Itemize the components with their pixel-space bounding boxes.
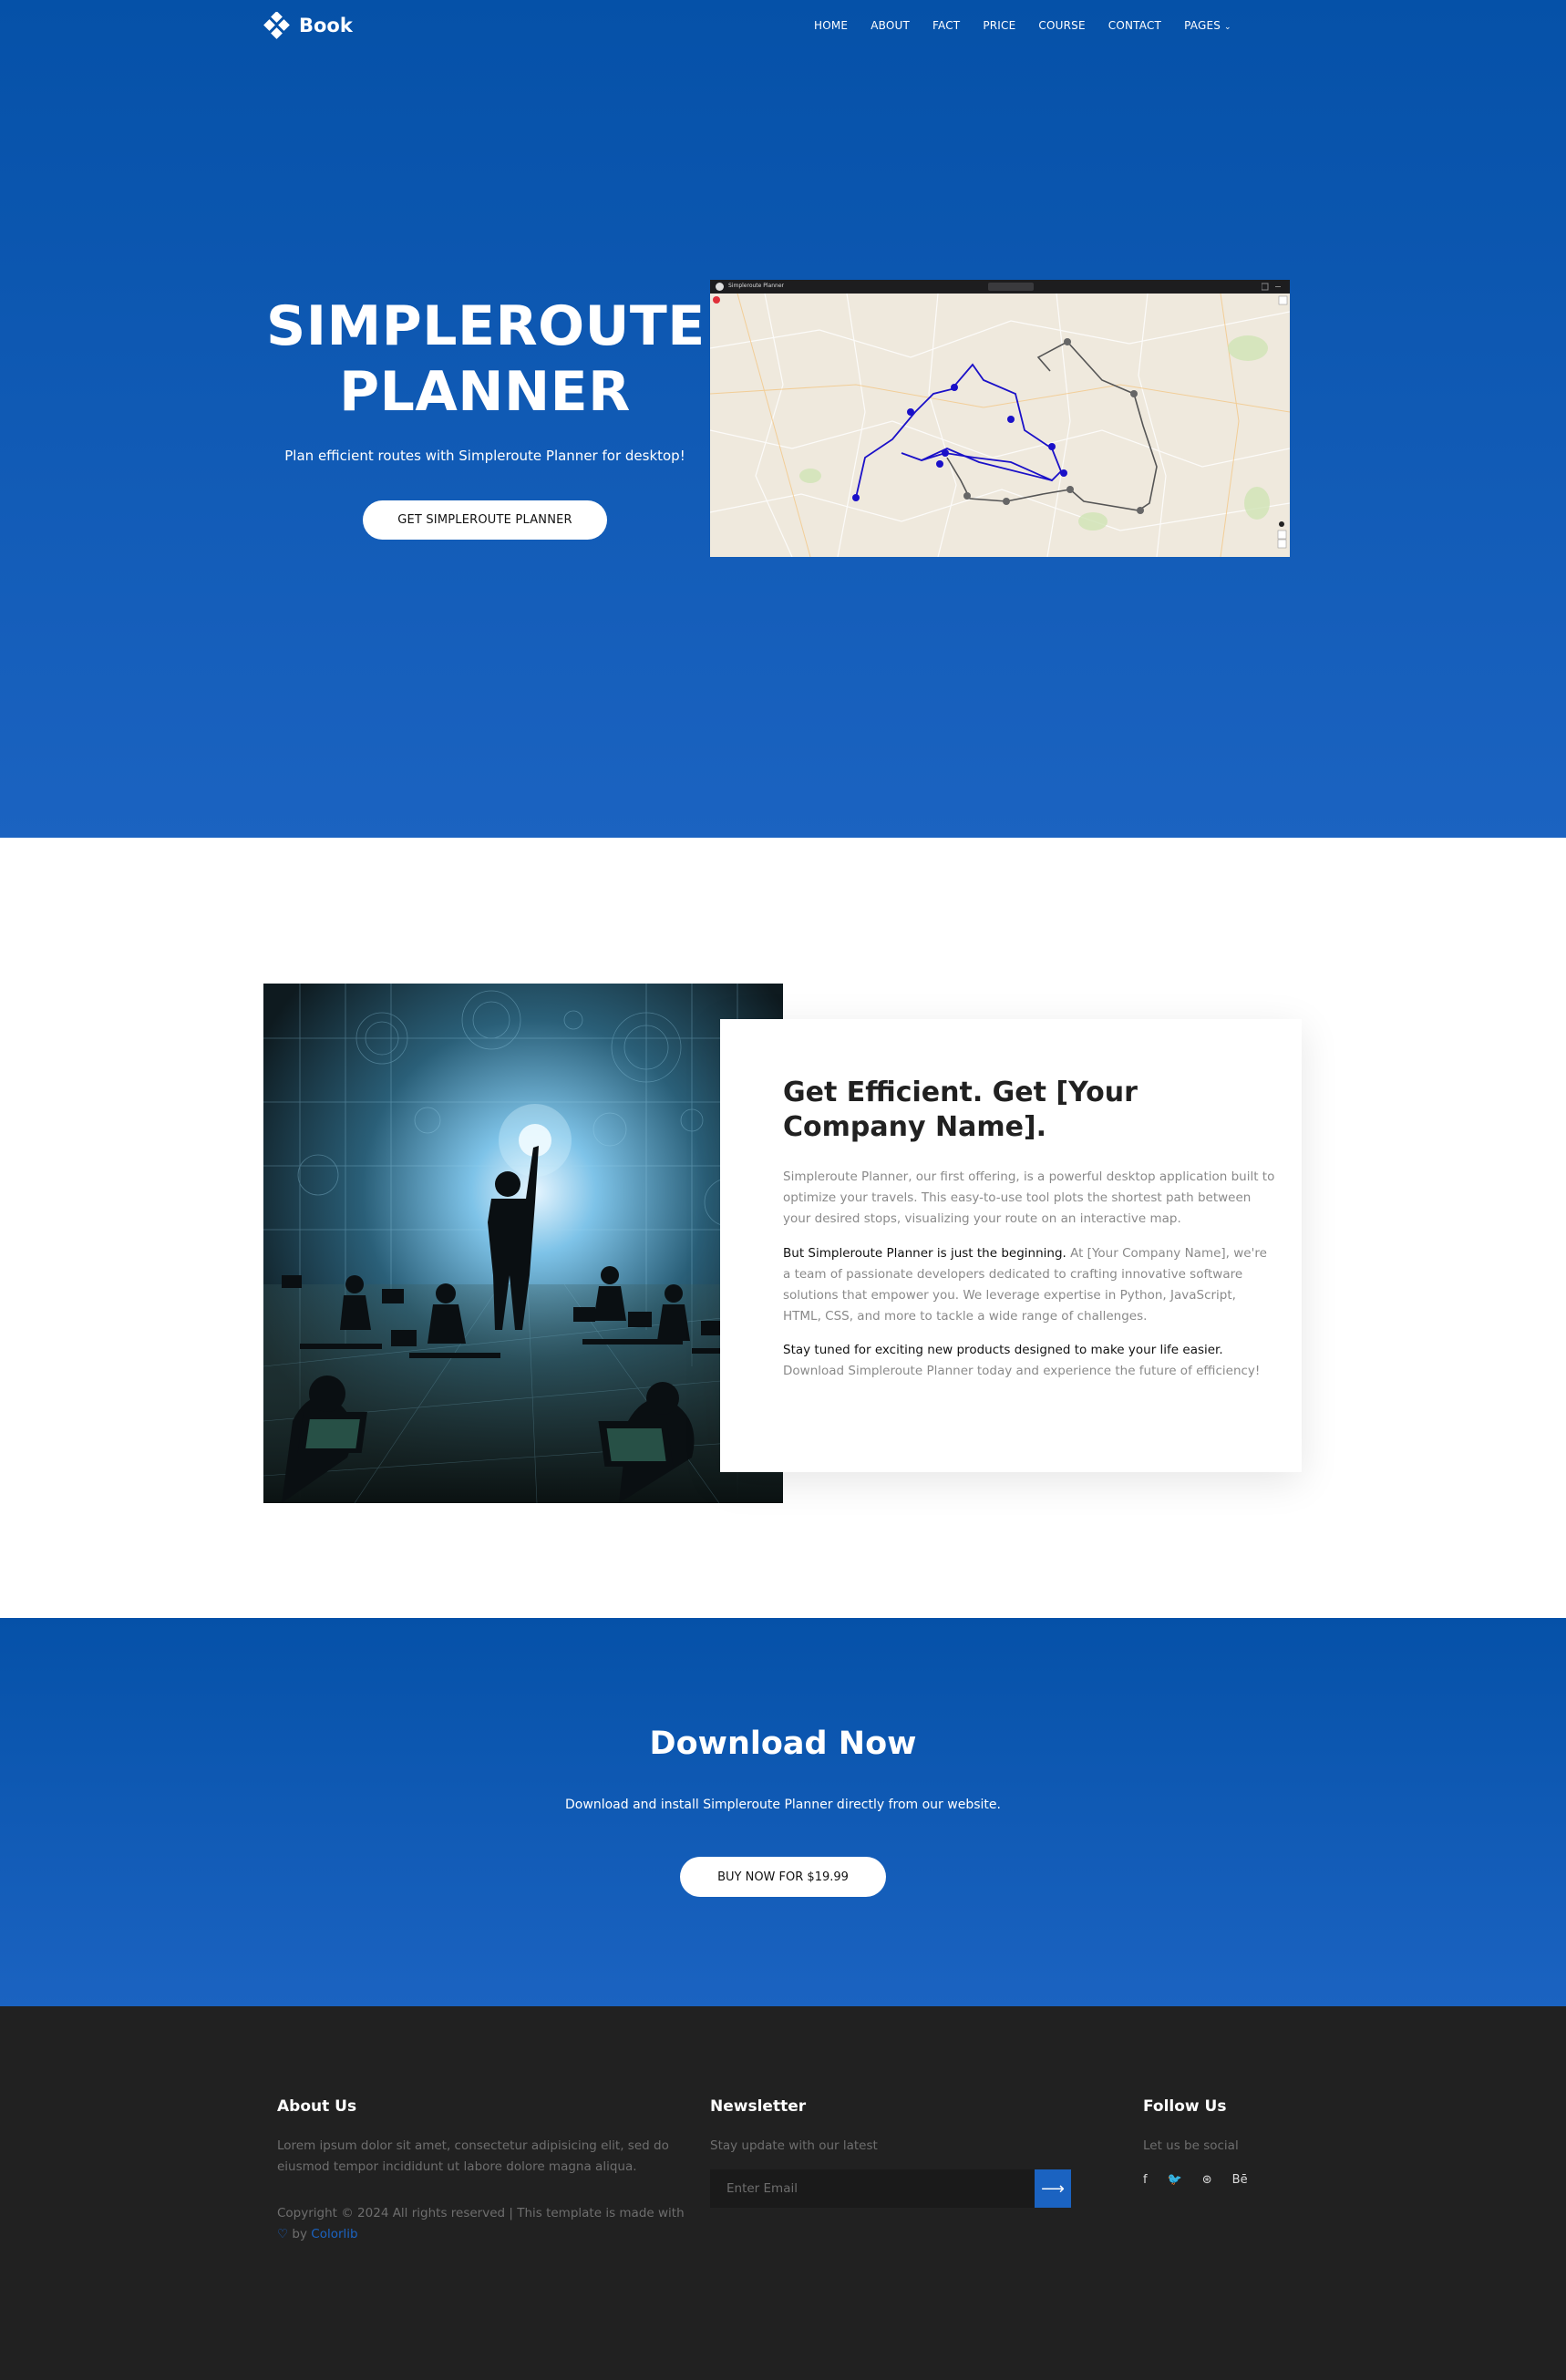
nav-menu: HOME ABOUT FACT PRICE COURSE CONTACT PAG… bbox=[814, 19, 1254, 32]
footer-about: About Us Lorem ipsum dolor sit amet, con… bbox=[277, 2097, 696, 2245]
footer-about-title: About Us bbox=[277, 2097, 357, 2116]
copyright-text: Copyright © 2024 All rights reserved | T… bbox=[277, 2203, 696, 2245]
hero-title-line2: PLANNER bbox=[339, 360, 631, 424]
app-icon bbox=[716, 283, 724, 291]
nav-fact[interactable]: FACT bbox=[932, 19, 960, 32]
footer-newsletter: Newsletter Stay update with our latest ⟶ bbox=[710, 2097, 1075, 2208]
heart-icon: ♡ bbox=[277, 2227, 289, 2241]
buy-now-button[interactable]: BUY NOW FOR $19.99 bbox=[680, 1857, 886, 1897]
twitter-icon[interactable]: 🐦 bbox=[1168, 2173, 1182, 2187]
about-illustration-image bbox=[263, 984, 783, 1503]
about-paragraph-2: But Simpleroute Planner is just the begi… bbox=[783, 1243, 1275, 1327]
hero-subtitle: Plan efficient routes with Simpleroute P… bbox=[284, 448, 685, 464]
brand-name: Book bbox=[299, 15, 353, 36]
hero-section: Book HOME ABOUT FACT PRICE COURSE CONTAC… bbox=[0, 0, 1566, 838]
about-paragraph-3-lead: Stay tuned for exciting new products des… bbox=[783, 1343, 1223, 1357]
hero-title-line1: SIMPLEROUTE bbox=[266, 294, 706, 358]
about-paragraph-3: Stay tuned for exciting new products des… bbox=[783, 1340, 1275, 1382]
nav-about[interactable]: ABOUT bbox=[871, 19, 910, 32]
nav-pages-dropdown[interactable]: PAGES ⌄ bbox=[1184, 19, 1231, 32]
chevron-down-icon: ⌄ bbox=[1224, 23, 1231, 32]
app-screenshot: Simpleroute Planner bbox=[710, 280, 1290, 557]
newsletter-submit-button[interactable]: ⟶ bbox=[1035, 2169, 1071, 2208]
footer: About Us Lorem ipsum dolor sit amet, con… bbox=[0, 2006, 1566, 2380]
nav-home[interactable]: HOME bbox=[814, 19, 848, 32]
follow-text: Let us be social bbox=[1143, 2138, 1239, 2153]
nav-course[interactable]: COURSE bbox=[1038, 19, 1085, 32]
dribbble-icon[interactable]: ⊛ bbox=[1202, 2173, 1212, 2187]
app-toolbar-controls bbox=[988, 283, 1034, 291]
behance-icon[interactable]: Bē bbox=[1232, 2173, 1248, 2187]
diamond-logo-icon bbox=[263, 12, 290, 39]
footer-follow: Follow Us Let us be social f 🐦 ⊛ Bē bbox=[1143, 2097, 1325, 2187]
about-card: Get Efficient. Get [Your Company Name]. … bbox=[720, 1019, 1302, 1472]
nav-price[interactable]: PRICE bbox=[983, 19, 1015, 32]
hero-title: SIMPLEROUTE PLANNER bbox=[266, 294, 706, 425]
about-paragraph-3-body: Download Simpleroute Planner today and e… bbox=[783, 1364, 1261, 1378]
download-subtitle: Download and install Simpleroute Planner… bbox=[565, 1798, 1001, 1812]
download-title: Download Now bbox=[649, 1726, 917, 1762]
social-links: f 🐦 ⊛ Bē bbox=[1143, 2173, 1325, 2187]
about-paragraph-1: Simpleroute Planner, our first offering,… bbox=[783, 1169, 1275, 1226]
app-window-titlebar: Simpleroute Planner bbox=[710, 280, 1290, 294]
about-paragraph-2-lead: But Simpleroute Planner is just the begi… bbox=[783, 1246, 1066, 1261]
newsletter-form: ⟶ bbox=[710, 2169, 1075, 2208]
top-navbar: Book HOME ABOUT FACT PRICE COURSE CONTAC… bbox=[0, 0, 1566, 55]
copyright-by: by bbox=[288, 2227, 312, 2241]
route-map-image bbox=[710, 294, 1290, 557]
nav-pages-label: PAGES bbox=[1184, 19, 1221, 32]
newsletter-title: Newsletter bbox=[710, 2097, 807, 2116]
footer-about-text: Lorem ipsum dolor sit amet, consectetur … bbox=[277, 2138, 669, 2174]
facebook-icon[interactable]: f bbox=[1143, 2173, 1148, 2187]
nav-contact[interactable]: CONTACT bbox=[1108, 19, 1161, 32]
colorlib-link[interactable]: Colorlib bbox=[311, 2227, 357, 2241]
newsletter-email-input[interactable] bbox=[710, 2169, 1035, 2208]
copyright-main: Copyright © 2024 All rights reserved | T… bbox=[277, 2206, 685, 2220]
follow-title: Follow Us bbox=[1143, 2097, 1227, 2116]
brand-logo[interactable]: Book bbox=[263, 12, 353, 39]
about-title: Get Efficient. Get [Your Company Name]. bbox=[783, 1077, 1138, 1143]
get-planner-button[interactable]: GET SIMPLEROUTE PLANNER bbox=[363, 500, 607, 540]
app-window-title: Simpleroute Planner bbox=[728, 283, 784, 289]
window-controls-icon bbox=[1262, 283, 1281, 291]
arrow-right-icon: ⟶ bbox=[1041, 2179, 1065, 2199]
tech-illustration bbox=[263, 984, 783, 1503]
newsletter-text: Stay update with our latest bbox=[710, 2138, 878, 2153]
download-section: Download Now Download and install Simple… bbox=[0, 1618, 1566, 2006]
